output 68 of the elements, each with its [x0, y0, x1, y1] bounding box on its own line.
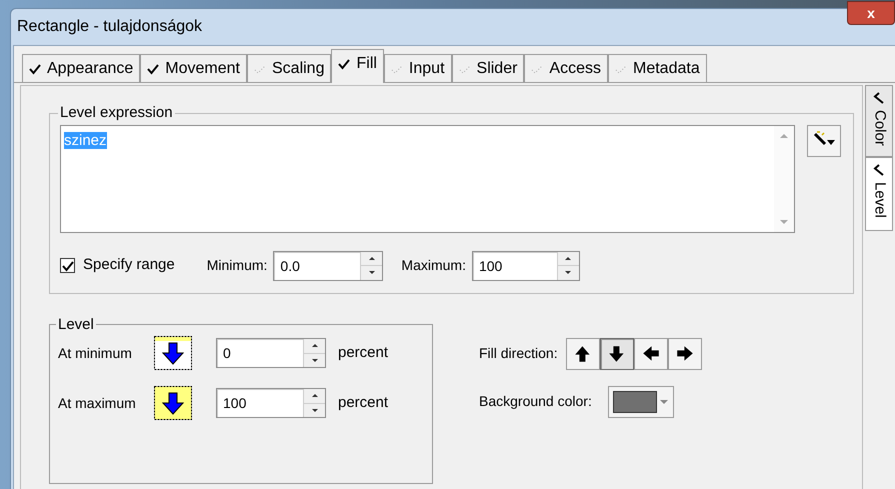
up-triangle-icon	[312, 344, 318, 348]
tab[interactable]: Access	[524, 54, 608, 82]
down-triangle-icon	[312, 358, 318, 362]
spin-up-button[interactable]	[558, 252, 579, 266]
checkmark-icon	[873, 164, 885, 176]
direction-button[interactable]	[566, 338, 600, 370]
left-arrow-icon	[642, 344, 660, 362]
tab[interactable]: Movement	[140, 54, 247, 82]
up-triangle-icon	[565, 256, 572, 260]
field-value: 100	[478, 256, 504, 276]
down-triangle-icon	[368, 271, 375, 274]
tab[interactable]: Input	[384, 54, 452, 82]
selected-text: szinez	[64, 132, 107, 148]
percent-spin-field[interactable]: 0	[216, 338, 326, 368]
tab[interactable]: Fill	[331, 49, 384, 83]
down-triangle-icon	[312, 408, 318, 412]
window-title: Rectangle - tulajdonságok	[17, 17, 202, 37]
checkmark-icon	[873, 92, 885, 104]
scroll-down-icon	[780, 220, 788, 224]
minimum-spin-field[interactable]: 0.0	[273, 250, 384, 280]
spin-down-button[interactable]	[361, 266, 382, 280]
scroll-up-icon	[780, 134, 788, 138]
tab[interactable]: Appearance	[22, 54, 140, 82]
checkmark-icon	[29, 62, 41, 74]
up-triangle-icon	[368, 256, 375, 260]
checkmark-icon	[338, 58, 350, 70]
wizard-button[interactable]	[807, 124, 841, 156]
checkmark-icon	[147, 62, 160, 74]
spin-up-button[interactable]	[304, 339, 325, 354]
checkbox[interactable]	[60, 258, 75, 273]
caret-icon	[660, 400, 668, 404]
field-value: 100	[222, 394, 248, 413]
direction-button[interactable]	[600, 338, 634, 370]
spin-down-button[interactable]	[558, 266, 579, 280]
spin-up-button[interactable]	[361, 252, 382, 266]
close-button[interactable]: x	[847, 1, 895, 25]
up-arrow-icon	[574, 344, 592, 362]
spin-up-button[interactable]	[304, 389, 325, 404]
side-tab[interactable]: Color	[865, 85, 893, 157]
checkbox-label: Specify range	[83, 255, 175, 276]
side-tab[interactable]: Level	[865, 157, 893, 231]
field-label: Minimum:	[206, 256, 268, 275]
unit-label: percent	[338, 342, 388, 363]
row-label: At minimum	[58, 344, 133, 363]
up-triangle-icon	[312, 394, 318, 398]
down-triangle-icon	[565, 271, 572, 274]
field-label: Fill direction:	[479, 344, 558, 363]
percent-spin-field[interactable]: 100	[216, 388, 326, 418]
tab[interactable]: Metadata	[608, 54, 707, 82]
direction-button[interactable]	[668, 338, 702, 370]
direction-button[interactable]	[634, 338, 668, 370]
tab[interactable]: Scaling	[247, 54, 332, 82]
right-arrow-icon	[676, 344, 694, 362]
spin-down-button[interactable]	[304, 404, 325, 417]
color-picker-button[interactable]	[608, 386, 674, 418]
down-arrow-icon	[608, 344, 626, 362]
row-label: At maximum	[58, 394, 137, 413]
checkmark-icon	[62, 260, 74, 272]
unit-label: percent	[338, 392, 388, 413]
maximum-spin-field[interactable]: 100	[472, 250, 580, 280]
field-value: 0	[222, 344, 232, 363]
spin-down-button[interactable]	[304, 354, 325, 367]
group-title: Level	[57, 314, 95, 334]
tab[interactable]: Slider	[452, 54, 524, 82]
field-value: 0.0	[279, 256, 301, 276]
field-label: Maximum:	[401, 256, 466, 275]
field-label: Background color:	[479, 392, 592, 411]
group-title: Level expression	[59, 103, 174, 123]
